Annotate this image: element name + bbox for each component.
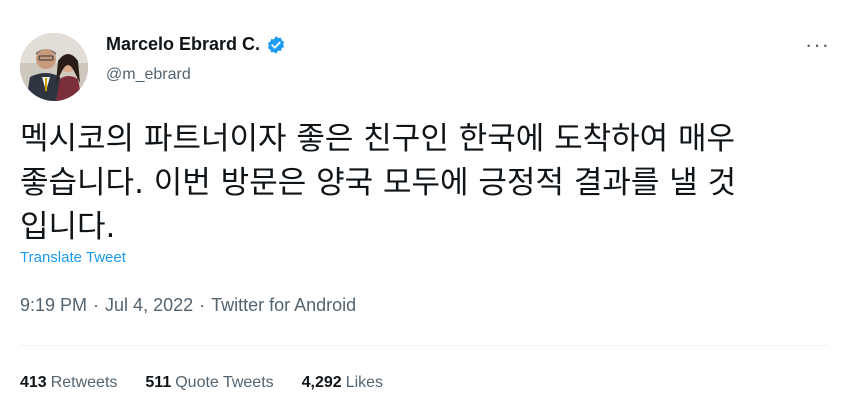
translate-tweet-link[interactable]: Translate Tweet (20, 249, 126, 266)
author-handle[interactable]: @m_ebrard (106, 66, 191, 84)
retweets-stat[interactable]: 413 Retweets (20, 374, 117, 392)
divider (20, 345, 828, 346)
meta-separator: · (93, 295, 100, 315)
quote-tweets-count: 511 (145, 374, 172, 391)
likes-label: Likes (345, 374, 384, 391)
retweets-label: Retweets (50, 374, 118, 391)
likes-count: 4,292 (301, 374, 342, 391)
retweets-count: 413 (20, 374, 47, 391)
quote-tweets-stat[interactable]: 511 Quote Tweets (145, 374, 273, 392)
likes-stat[interactable]: 4,292 Likes (302, 374, 383, 392)
author-display-name[interactable]: Marcelo Ebrard C. (106, 34, 260, 55)
tweet-time[interactable]: 9:19 PM (20, 295, 87, 315)
avatar[interactable] (20, 33, 88, 101)
more-horizontal-icon[interactable]: ··· (805, 34, 830, 56)
tweet-source[interactable]: Twitter for Android (211, 295, 356, 315)
author-name-row[interactable]: Marcelo Ebrard C. (106, 34, 286, 55)
quote-tweets-label: Quote Tweets (175, 374, 274, 391)
tweet-text: 멕시코의 파트너이자 좋은 친구인 한국에 도착하여 매우 좋습니다. 이번 방… (20, 121, 737, 245)
tweet-stats: 413 Retweets 511 Quote Tweets 4,292 Likes (20, 374, 411, 392)
meta-separator: · (199, 295, 206, 315)
verified-badge-icon (266, 35, 286, 55)
avatar-photo (20, 33, 88, 101)
tweet-date[interactable]: Jul 4, 2022 (105, 295, 193, 315)
tweet-meta: 9:19 PM · Jul 4, 2022 · Twitter for Android (20, 295, 356, 316)
